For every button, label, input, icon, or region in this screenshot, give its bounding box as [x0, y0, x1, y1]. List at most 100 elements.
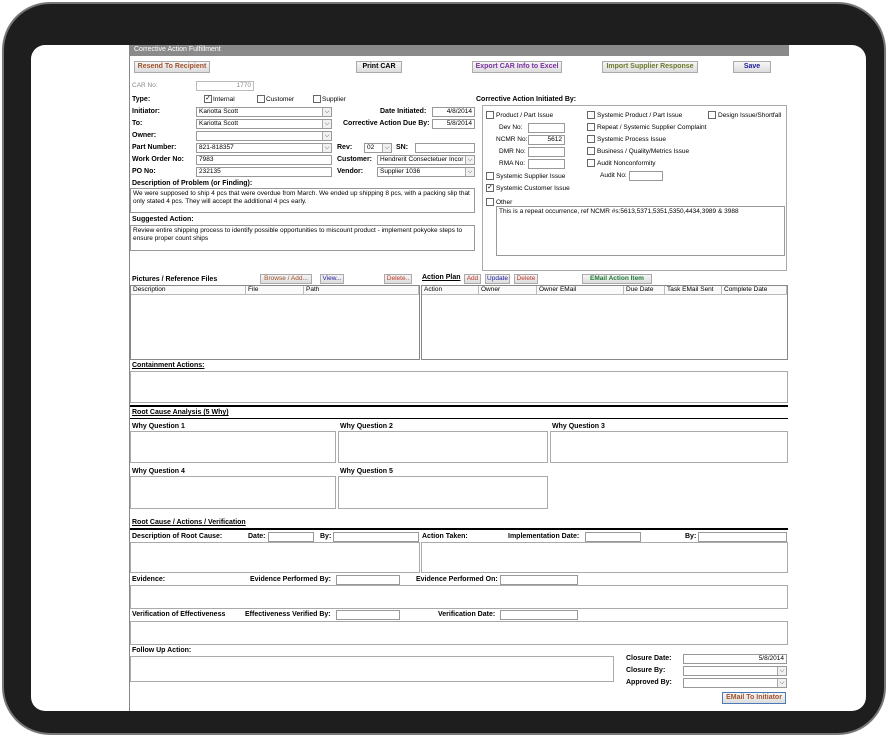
tablet-screen: Corrective Action Fulfillment Resend To … [31, 45, 866, 711]
type-internal-checkbox[interactable]: ✓ [204, 95, 212, 103]
why-question-2-textarea[interactable] [338, 431, 548, 463]
import-supplier-button[interactable]: Import Supplier Response [602, 61, 698, 73]
root-cause-textarea[interactable] [130, 542, 420, 573]
audit-no-field[interactable] [629, 171, 663, 181]
email-action-item-button[interactable]: EMail Action Item [582, 274, 652, 284]
systemic-customer-label: Systemic Customer Issue [496, 185, 570, 192]
business-quality-label: Business / Quality/Metrics Issue [597, 148, 690, 155]
rma-no-field[interactable] [528, 159, 565, 169]
column-header: Owner [479, 286, 537, 294]
approved-by-select[interactable]: ⌵ [683, 678, 787, 688]
repeat-systemic-checkbox[interactable] [587, 123, 595, 131]
verification-effectiveness-label: Verification of Effectiveness [132, 611, 226, 618]
date-initiated-label: Date Initiated: [380, 108, 427, 115]
resend-button[interactable]: Resend To Recipient [134, 61, 210, 73]
implementation-by-field[interactable] [698, 532, 787, 542]
business-quality-checkbox[interactable] [587, 147, 595, 155]
evidence-performed-by-field[interactable] [336, 575, 400, 585]
design-issue-checkbox[interactable] [708, 111, 716, 119]
why-question-3-textarea[interactable] [550, 431, 788, 463]
car-no-field[interactable]: 1770 [196, 81, 254, 91]
systemic-product-checkbox[interactable] [587, 111, 595, 119]
root-cause-by-field[interactable] [333, 532, 419, 542]
verification-section-label: Root Cause / Actions / Verification [132, 519, 246, 526]
part-number-select[interactable]: 821-818357 ⌵ [196, 143, 332, 153]
other-textarea[interactable]: This is a repeat occurrence, ref NCMR #s… [496, 206, 785, 256]
type-internal-label: Internal [213, 96, 235, 103]
audit-nonconformity-checkbox[interactable] [587, 159, 595, 167]
save-button[interactable]: Save [733, 61, 771, 73]
chevron-down-icon: ⌵ [322, 120, 331, 128]
owner-select[interactable]: ⌵ [196, 131, 332, 141]
po-field[interactable]: 232135 [196, 167, 332, 177]
date-initiated-field[interactable]: 4/8/2014 [432, 107, 475, 117]
view-button[interactable]: View... [320, 274, 344, 284]
effectiveness-verified-by-field[interactable] [336, 610, 400, 620]
dev-no-field[interactable] [528, 123, 565, 133]
suggested-action-textarea[interactable]: Review entire shipping process to identi… [130, 225, 475, 251]
other-checkbox[interactable] [486, 198, 494, 206]
why-question-4-label: Why Question 4 [132, 468, 185, 475]
root-cause-by-label: By: [320, 533, 332, 540]
vendor-select[interactable]: Supplier 1036 ⌵ [377, 167, 475, 177]
browse-add-button[interactable]: Browse / Add... [260, 274, 312, 284]
closure-date-field[interactable]: 5/8/2014 [683, 654, 787, 664]
ncmr-no-field[interactable]: 5612 [528, 135, 565, 145]
section-divider [130, 405, 788, 407]
rev-select[interactable]: 02 ⌵ [364, 143, 392, 153]
follow-up-label: Follow Up Action: [132, 647, 192, 654]
closure-by-select[interactable]: ⌵ [683, 666, 787, 676]
delete-file-button[interactable]: Delete.. [384, 274, 412, 284]
root-cause-date-label: Date: [248, 533, 266, 540]
why-question-5-textarea[interactable] [338, 476, 548, 509]
systemic-customer-checkbox[interactable]: ✓ [486, 184, 494, 192]
root-cause-date-field[interactable] [268, 532, 314, 542]
section-divider [130, 528, 788, 530]
initiator-select[interactable]: Kariotta Scott ⌵ [196, 107, 332, 117]
implementation-date-field[interactable] [585, 532, 641, 542]
systemic-process-checkbox[interactable] [587, 135, 595, 143]
action-taken-textarea[interactable] [421, 542, 788, 573]
email-initiator-button[interactable]: EMail To Initiator [722, 692, 786, 704]
print-car-button[interactable]: Print CAR [356, 61, 402, 73]
problem-label: Description of Problem (or Finding): [132, 180, 253, 187]
customer-select[interactable]: Hendrerit Consectetuer Incor ⌵ [377, 155, 475, 165]
column-header: Action [422, 286, 479, 294]
why-question-4-textarea[interactable] [130, 476, 336, 509]
containment-textarea[interactable] [130, 371, 788, 403]
type-customer-label: Customer [266, 96, 295, 103]
problem-textarea[interactable]: We were supposed to ship 4 pcs that were… [130, 188, 475, 213]
follow-up-textarea[interactable] [130, 656, 614, 682]
due-by-field[interactable]: 5/8/2014 [432, 119, 475, 129]
verification-date-field[interactable] [500, 610, 578, 620]
evidence-textarea[interactable] [130, 585, 788, 609]
action-plan-table-header: Action Owner Owner EMail Due Date Task E… [422, 286, 787, 295]
owner-label: Owner: [132, 132, 157, 139]
action-taken-label: Action Taken: [422, 533, 468, 540]
column-header: Path [304, 286, 419, 294]
to-select[interactable]: Kariotta Scott ⌵ [196, 119, 332, 129]
why-question-1-textarea[interactable] [130, 431, 336, 463]
verification-textarea[interactable] [130, 621, 788, 645]
ncmr-no-label: NCMR No: [496, 136, 528, 143]
sn-field[interactable] [415, 143, 475, 153]
chevron-down-icon: ⌵ [465, 156, 474, 164]
action-plan-table[interactable]: Action Owner Owner EMail Due Date Task E… [421, 285, 788, 360]
type-customer-checkbox[interactable] [257, 95, 265, 103]
type-supplier-checkbox[interactable] [313, 95, 321, 103]
export-excel-button[interactable]: Export CAR Info to Excel [472, 61, 562, 73]
files-table[interactable]: Description File Path [130, 285, 420, 360]
add-action-button[interactable]: Add [464, 274, 481, 284]
update-action-button[interactable]: Update [485, 274, 510, 284]
type-supplier-label: Supplier [322, 96, 346, 103]
sn-label: SN: [396, 144, 409, 151]
dmr-no-field[interactable] [528, 147, 565, 157]
delete-action-button[interactable]: Delete [514, 274, 538, 284]
systemic-supplier-checkbox[interactable] [486, 172, 494, 180]
implementation-date-label: Implementation Date: [508, 533, 580, 540]
product-part-checkbox[interactable] [486, 111, 494, 119]
files-table-header: Description File Path [131, 286, 419, 295]
evidence-performed-on-field[interactable] [500, 575, 578, 585]
work-order-field[interactable]: 7983 [196, 155, 332, 165]
vendor-label: Vendor: [337, 168, 364, 175]
